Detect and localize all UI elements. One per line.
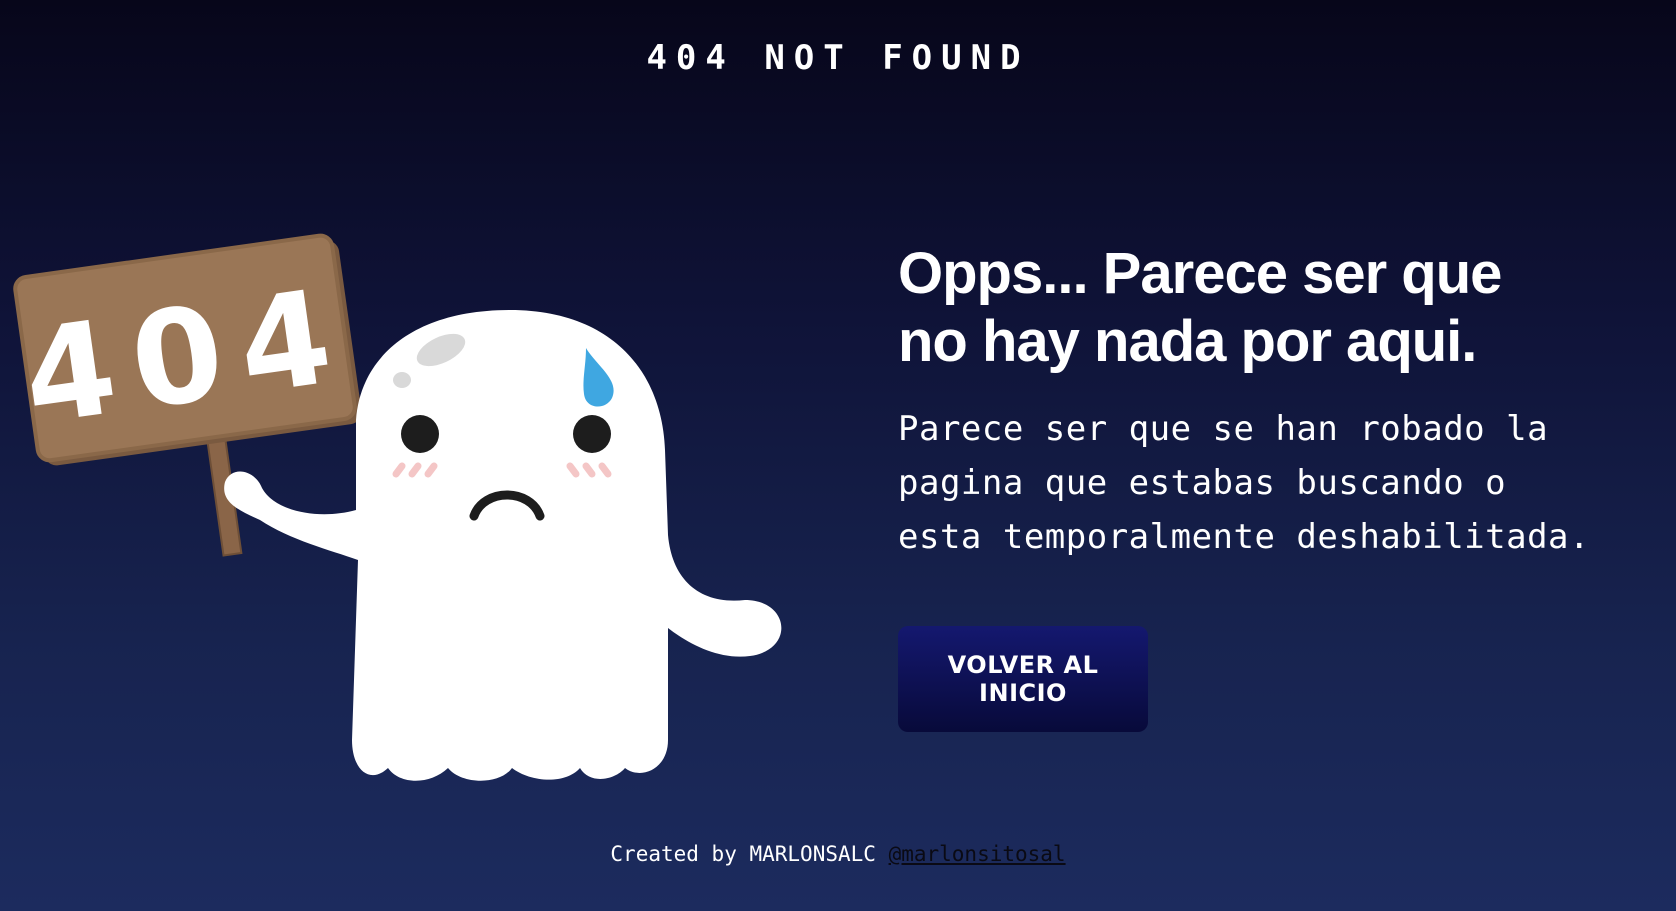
ghost-illustration: 404 <box>13 233 782 781</box>
back-to-home-button[interactable]: VOLVER AL INICIO <box>898 626 1148 732</box>
main-content: Opps... Parece ser que no hay nada por a… <box>898 240 1658 564</box>
page-headline: Opps... Parece ser que no hay nada por a… <box>898 240 1658 376</box>
headline-line-2: no hay nada por aqui. <box>898 309 1477 374</box>
footer-credit: Created by MARLONSALC @marlonsitosal <box>0 842 1676 866</box>
headline-line-1: Opps... Parece ser que <box>898 241 1502 306</box>
description-line-3: esta temporalmente deshabilitada. <box>898 517 1591 557</box>
author-link[interactable]: @marlonsitosal <box>889 842 1066 866</box>
page-header-title: 404 NOT FOUND <box>646 38 1030 78</box>
right-eye <box>573 415 611 453</box>
left-eye <box>401 415 439 453</box>
description-line-2: pagina que estabas buscando o <box>898 463 1507 503</box>
sign-board: 404 <box>13 233 362 466</box>
footer-prefix: Created by MARLONSALC <box>610 842 889 866</box>
error-description: Parece ser que se han robado la pagina q… <box>898 402 1658 564</box>
description-line-1: Parece ser que se han robado la <box>898 409 1549 449</box>
